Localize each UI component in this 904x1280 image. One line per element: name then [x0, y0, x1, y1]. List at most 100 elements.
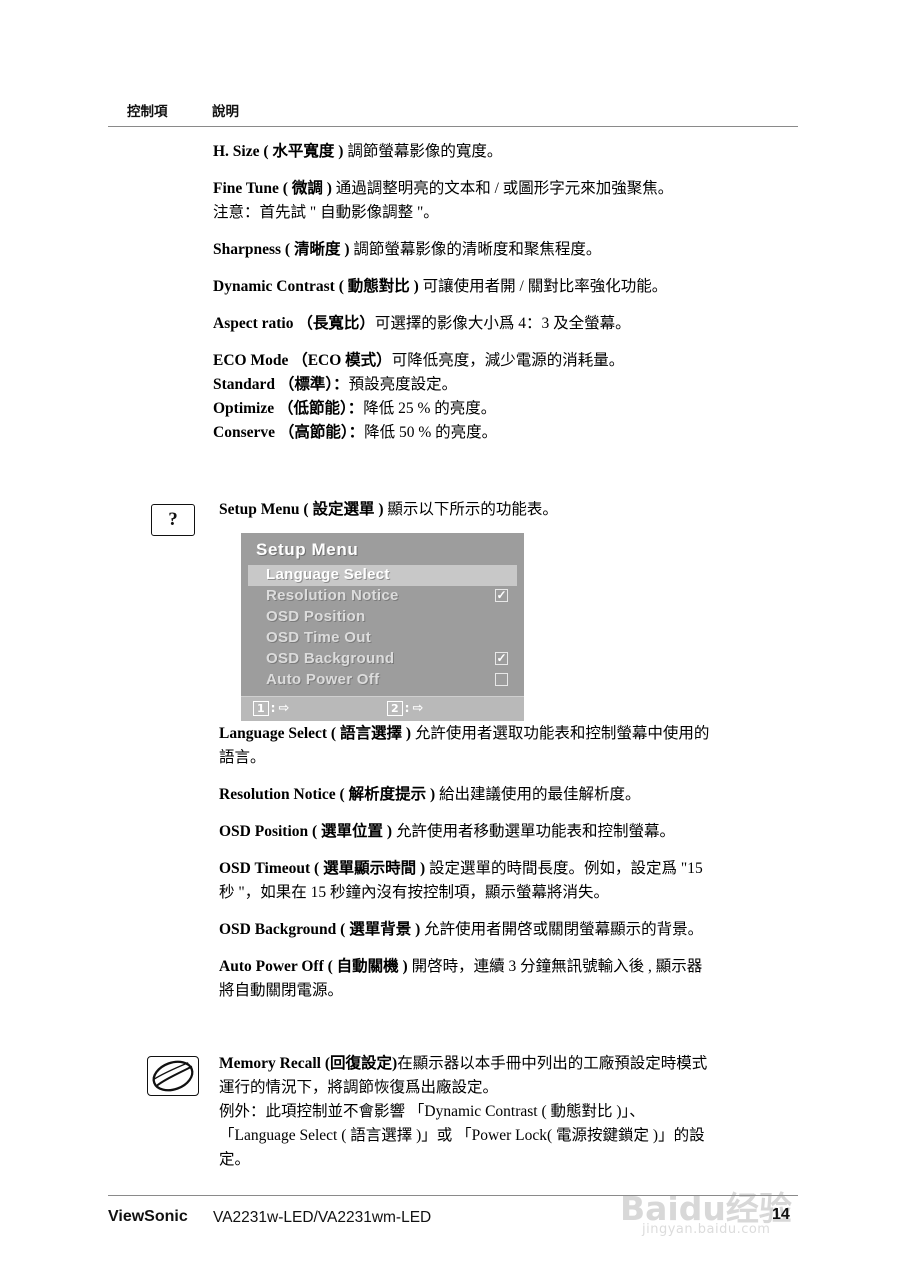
osd-title: Setup Menu	[256, 540, 359, 559]
entry-term: OSD Background ( 選單背景 )	[219, 921, 425, 939]
header-col-description: 說明	[212, 104, 239, 119]
entry-line: Sharpness ( 清晰度 ) 調節螢幕影像的清晰度和聚焦程度。	[213, 238, 803, 262]
brand-label: ViewSonic	[108, 1208, 188, 1225]
footer-divider	[108, 1195, 798, 1196]
entry-line: Standard （標準）：預設亮度設定。	[213, 373, 803, 397]
entry-text: 調節螢幕影像的寬度。	[347, 143, 503, 160]
osd-item-label: OSD Position	[266, 608, 366, 625]
entry-memory-recall: Memory Recall (回復設定)在顯示器以本手冊中列出的工廠預設定時模式…	[219, 1052, 804, 1172]
entry-eco-mode: ECO Mode （ECO 模式）可降低亮度，減少電源的消耗量。 Standar…	[213, 349, 803, 445]
entry-text: 秒 "，如果在 15 秒鐘內沒有按控制項，顯示螢幕將消失。	[219, 884, 609, 902]
entry-text: 顯示以下所示的功能表。	[387, 501, 558, 518]
header-divider	[108, 126, 798, 127]
entry-text: 可降低亮度，減少電源的消耗量。	[391, 352, 625, 370]
osd-item-resolution-notice[interactable]: Resolution Notice ✓	[248, 586, 517, 607]
entry-term: Sharpness ( 清晰度 )	[213, 241, 354, 259]
entry-term: Language Select ( 語言選擇 )	[219, 725, 415, 742]
osd-footer-bar: 1: ⇨ 2: ⇨	[241, 696, 524, 721]
osd-item-osd-background[interactable]: OSD Background ✓	[248, 649, 517, 670]
osd-item-osd-time-out[interactable]: OSD Time Out	[248, 628, 517, 649]
entry-line: Dynamic Contrast ( 動態對比 ) 可讓使用者開 / 關對比率強…	[213, 275, 803, 299]
osd-key-sep: :	[404, 701, 410, 715]
entry-sharpness: Sharpness ( 清晰度 ) 調節螢幕影像的清晰度和聚焦程度。	[213, 238, 803, 262]
entry-term: Standard （標準）：	[213, 376, 349, 394]
entry-term: H. Size ( 水平寬度 )	[213, 143, 348, 160]
entry-text: 注意：首先試 " 自動影像調整 "。	[213, 204, 439, 222]
entry-line: 運行的情況下，將調節恢復爲出廠設定。	[219, 1076, 804, 1100]
entry-line: OSD Position ( 選單位置 ) 允許使用者移動選單功能表和控制螢幕。	[219, 820, 804, 844]
entry-osd-timeout: OSD Timeout ( 選單顯示時間 ) 設定選單的時間長度。例如，設定爲 …	[219, 857, 804, 905]
question-mark-icon: ?	[151, 504, 195, 536]
entry-text: 開啓時，連續 3 分鐘無訊號輸入後 , 顯示器	[411, 958, 703, 976]
osd-item-label: Resolution Notice	[266, 587, 399, 604]
entry-text: 可讓使用者開 / 關對比率強化功能。	[422, 278, 668, 296]
exit-arrow-icon: ⇨	[278, 701, 290, 716]
osd-item-label: Auto Power Off	[266, 671, 380, 688]
entry-line: Memory Recall (回復設定)在顯示器以本手冊中列出的工廠預設定時模式	[219, 1052, 804, 1076]
entry-text: 允許使用者選取功能表和控制螢幕中使用的	[414, 725, 710, 742]
entry-text: 定。	[219, 1151, 251, 1169]
header-col-control: 控制項	[127, 104, 168, 119]
entry-h-size: H. Size ( 水平寬度 ) 調節螢幕影像的寬度。	[213, 140, 803, 164]
osd-checkbox-checked-icon[interactable]: ✓	[495, 589, 508, 602]
osd-menu-list: Language Select Resolution Notice ✓ OSD …	[248, 565, 517, 691]
entry-line: H. Size ( 水平寬度 ) 調節螢幕影像的寬度。	[213, 140, 803, 164]
entry-line: Conserve （高節能）：降低 50 % 的亮度。	[213, 421, 803, 445]
osd-item-auto-power-off[interactable]: Auto Power Off	[248, 670, 517, 691]
entry-text: 例外：此項控制並不會影響 「Dynamic Contrast ( 動態對比 )」…	[219, 1103, 645, 1121]
entry-term: Memory Recall (回復設定)	[219, 1055, 398, 1072]
entry-line: Fine Tune ( 微調 ) 通過調整明亮的文本和 / 或圖形字元來加強聚焦…	[213, 177, 803, 201]
entry-line: 例外：此項控制並不會影響 「Dynamic Contrast ( 動態對比 )」…	[219, 1100, 804, 1124]
watermark: Baidu经验 jingyan.baidu.com	[620, 1182, 870, 1252]
watermark-sub: jingyan.baidu.com	[642, 1222, 771, 1237]
entry-line: 定。	[219, 1148, 804, 1172]
osd-checkbox-empty-icon[interactable]	[495, 673, 508, 686]
entry-text: 在顯示器以本手冊中列出的工廠預設定時模式	[397, 1055, 708, 1072]
entry-text: 「Language Select ( 語言選擇 )」或 「Power Lock(…	[219, 1127, 705, 1145]
entry-text: 降低 25 % 的亮度。	[363, 400, 497, 418]
setup-menu-lead: Setup Menu ( 設定選單 ) 顯示以下所示的功能表。	[219, 498, 799, 522]
entry-line: Optimize （低節能）：降低 25 % 的亮度。	[213, 397, 803, 421]
osd-item-label: OSD Time Out	[266, 629, 372, 646]
osd-key-1: 1: ⇨	[253, 701, 289, 716]
entry-osd-background: OSD Background ( 選單背景 ) 允許使用者開啓或關閉螢幕顯示的背…	[219, 918, 804, 942]
osd-key-2: 2: ⇨	[387, 701, 423, 716]
entry-term: Conserve （高節能）：	[213, 424, 365, 442]
exit-arrow-icon: ⇨	[412, 701, 424, 716]
osd-item-language-select[interactable]: Language Select	[248, 565, 517, 586]
entry-line: 語言。	[219, 746, 804, 770]
osd-setup-menu: Setup Menu Language Select Resolution No…	[241, 533, 524, 721]
entry-line: 秒 "，如果在 15 秒鐘內沒有按控制項，顯示螢幕將消失。	[219, 881, 804, 905]
model-label: VA2231w-LED/VA2231wm-LED	[213, 1209, 432, 1226]
entry-text: 設定選單的時間長度。例如，設定爲 "15	[428, 860, 703, 878]
entry-line: Resolution Notice ( 解析度提示 ) 給出建議使用的最佳解析度…	[219, 783, 804, 807]
osd-key-number: 2	[387, 701, 403, 716]
entry-line: Aspect ratio （長寬比）可選擇的影像大小爲 4：3 及全螢幕。	[213, 312, 803, 336]
entry-text: 通過調整明亮的文本和 / 或圖形字元來加強聚焦。	[335, 180, 674, 198]
osd-key-sep: :	[270, 701, 276, 715]
osd-item-label: Language Select	[266, 566, 390, 583]
entry-term: Resolution Notice ( 解析度提示 )	[219, 786, 439, 804]
entry-term: Setup Menu ( 設定選單 )	[219, 501, 388, 518]
page-number: 14	[772, 1206, 790, 1223]
osd-checkbox-checked-icon[interactable]: ✓	[495, 652, 508, 665]
entry-language-select: Language Select ( 語言選擇 ) 允許使用者選取功能表和控制螢幕…	[219, 722, 804, 770]
question-mark-glyph: ?	[168, 509, 178, 530]
osd-item-label: OSD Background	[266, 650, 395, 667]
entry-text: 降低 50 % 的亮度。	[364, 424, 498, 442]
memory-recall-icon	[147, 1056, 199, 1096]
entry-line: ECO Mode （ECO 模式）可降低亮度，減少電源的消耗量。	[213, 349, 803, 373]
entry-text: 調節螢幕影像的清晰度和聚焦程度。	[353, 241, 602, 259]
entry-line: Setup Menu ( 設定選單 ) 顯示以下所示的功能表。	[219, 498, 799, 522]
entry-line: Auto Power Off ( 自動關機 ) 開啓時，連續 3 分鐘無訊號輸入…	[219, 955, 804, 979]
entry-line: OSD Timeout ( 選單顯示時間 ) 設定選單的時間長度。例如，設定爲 …	[219, 857, 804, 881]
entry-term: ECO Mode （ECO 模式）	[213, 352, 392, 370]
entry-term: Dynamic Contrast ( 動態對比 )	[213, 278, 423, 296]
osd-item-osd-position[interactable]: OSD Position	[248, 607, 517, 628]
entry-aspect-ratio: Aspect ratio （長寬比）可選擇的影像大小爲 4：3 及全螢幕。	[213, 312, 803, 336]
document-page: 控制項 說明 H. Size ( 水平寬度 ) 調節螢幕影像的寬度。 Fine …	[0, 0, 904, 1280]
entry-text: 預設亮度設定。	[348, 376, 458, 394]
entry-term: Auto Power Off ( 自動關機 )	[219, 958, 412, 976]
entry-line: 「Language Select ( 語言選擇 )」或 「Power Lock(…	[219, 1124, 804, 1148]
entry-term: OSD Position ( 選單位置 )	[219, 823, 396, 841]
